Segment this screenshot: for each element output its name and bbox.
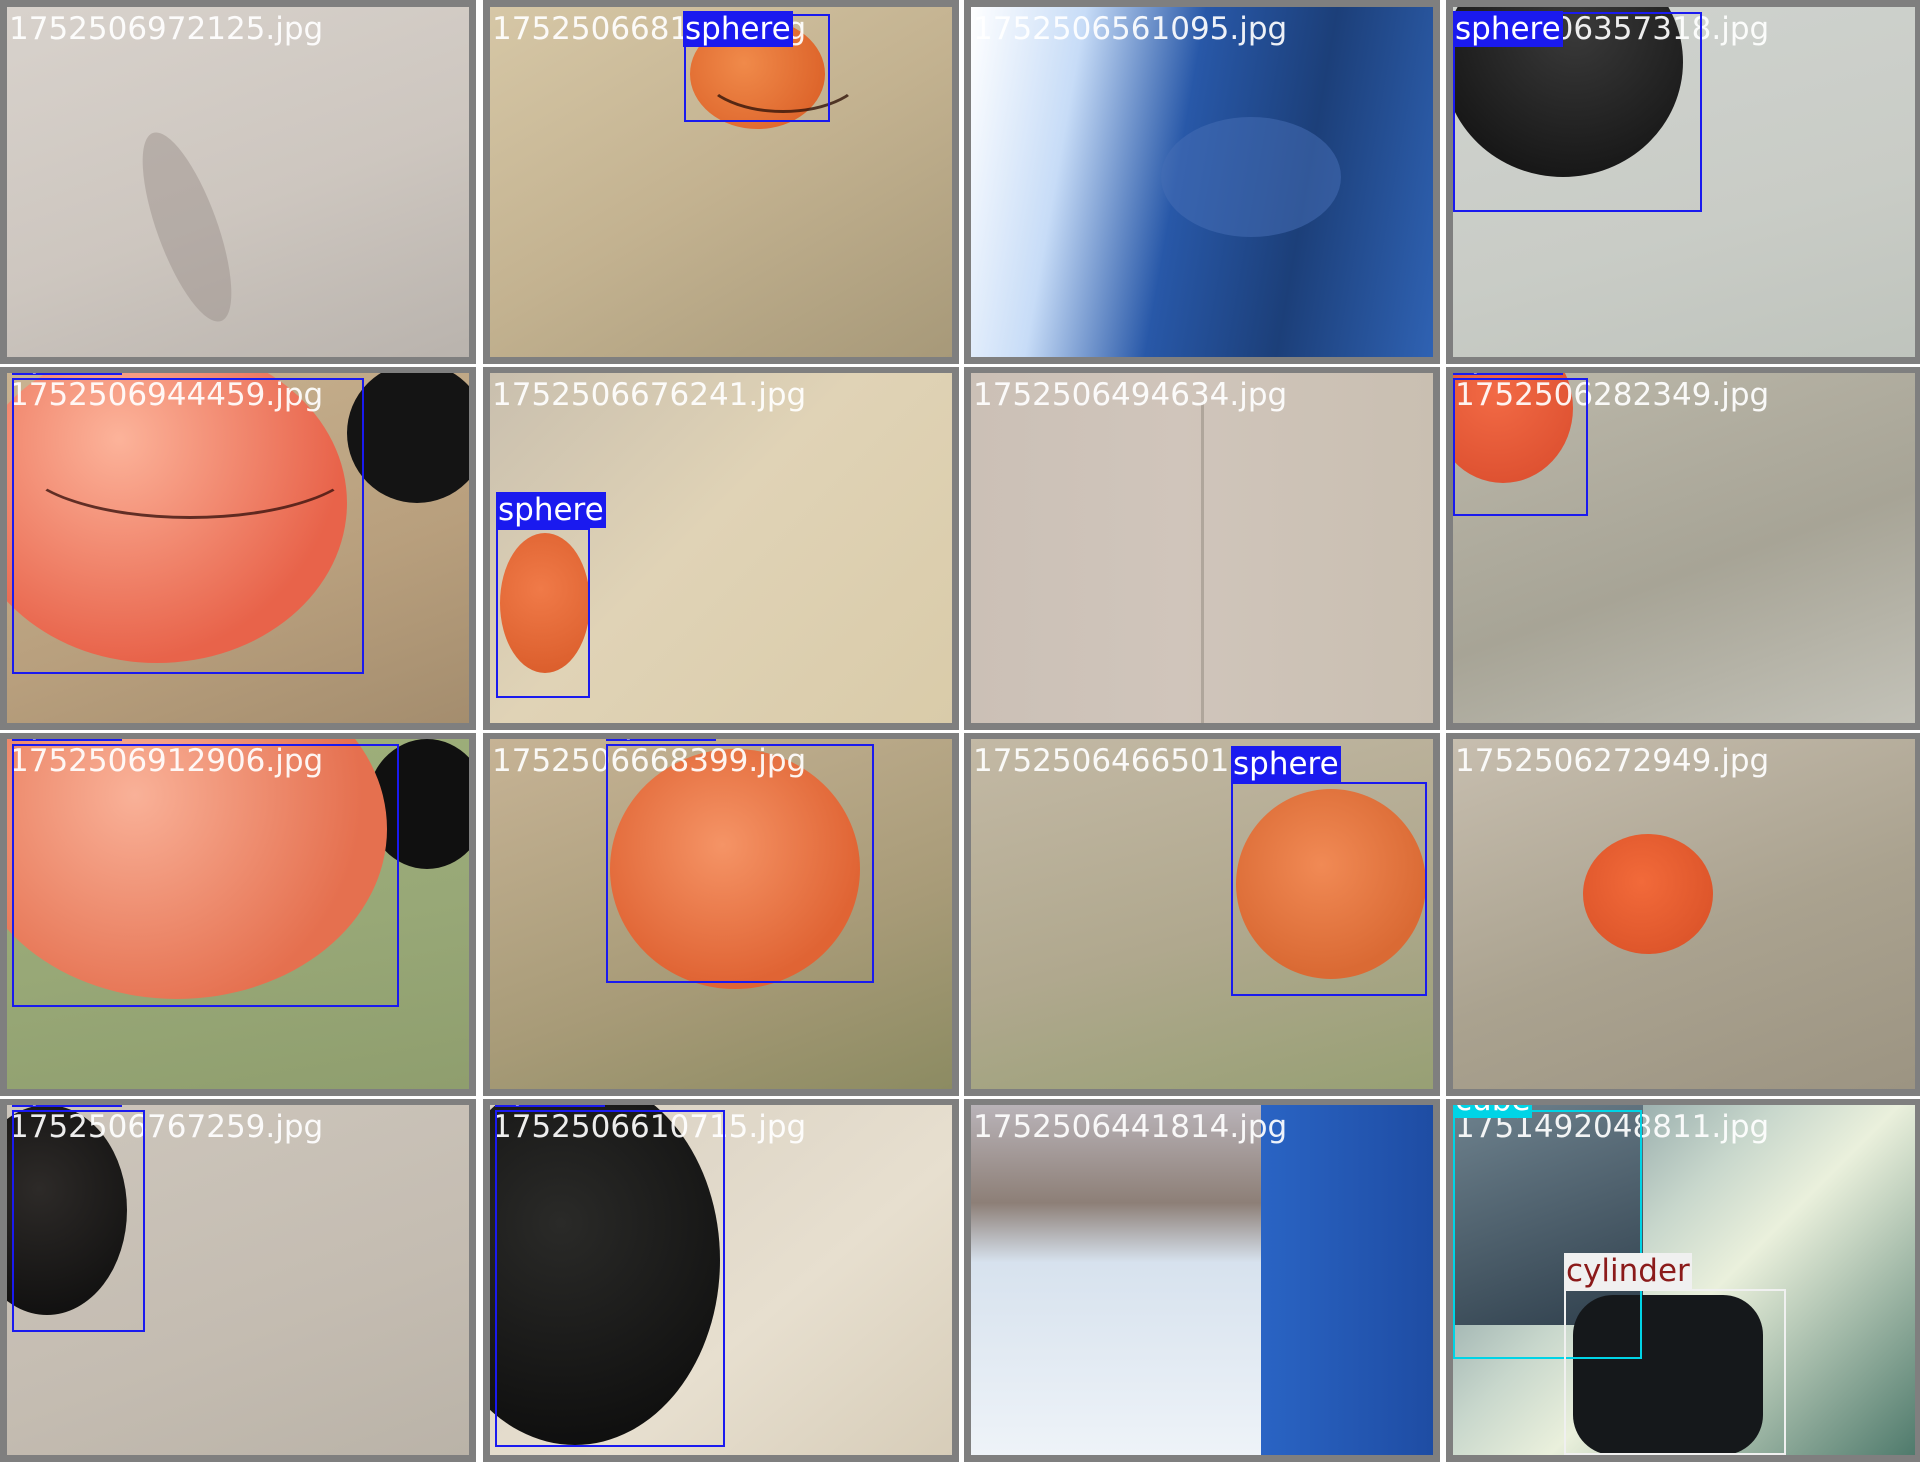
image-tile: 1752506610715.jpg sphere (483, 1098, 959, 1462)
bbox-label: sphere (496, 492, 606, 528)
bbox-label: sphere (1453, 373, 1563, 375)
bbox-label: sphere (12, 739, 122, 741)
bbox-label: sphere (606, 739, 716, 741)
bbox-label: cube (1453, 1105, 1533, 1118)
column-separator (1443, 0, 1446, 1464)
image-tile: 1752506676241.jpg sphere (483, 366, 959, 730)
bbox-sphere (496, 528, 590, 698)
column-separator (961, 0, 964, 1464)
bbox-label: sphere (495, 1105, 605, 1107)
image-tile: 1752506944459.jpg sphere (0, 366, 476, 730)
image-tile: 1752506668399.jpg sphere (483, 732, 959, 1096)
image-tile: 1751492048811.jpg cube cylinder (1446, 1098, 1920, 1462)
row-separator (0, 364, 1920, 367)
image-tile: 1752506357318.jpg sphere (1446, 0, 1920, 364)
row-separator (0, 1096, 1920, 1099)
tile-filename: 1752506676241.jpg (492, 377, 807, 413)
row-separator (0, 730, 1920, 733)
image-tile: 1752506282349.jpg sphere (1446, 366, 1920, 730)
bbox-sphere (1453, 378, 1588, 516)
bbox-sphere (606, 744, 874, 983)
bbox-sphere (495, 1110, 725, 1447)
image-tile: 1752506561095.jpg (964, 0, 1440, 364)
image-tile: 1752506272949.jpg (1446, 732, 1920, 1096)
tile-filename: 1752506494634.jpg (973, 377, 1288, 413)
bbox-label: sphere (1453, 11, 1563, 47)
bbox-label: sphere (12, 373, 122, 375)
tile-filename: 1752506972125.jpg (9, 11, 324, 47)
image-tile: 1752506767259.jpg sphere (0, 1098, 476, 1462)
bbox-sphere (12, 1110, 145, 1332)
tile-filename: 1752506441814.jpg (973, 1109, 1288, 1145)
image-tile: 1752506441814.jpg (964, 1098, 1440, 1462)
image-tile: 1752506681231.jpg sphere (483, 0, 959, 364)
image-tile: 1752506912906.jpg sphere (0, 732, 476, 1096)
bbox-label: sphere (1231, 746, 1341, 782)
bbox-cylinder (1564, 1289, 1786, 1455)
tile-filename: 1752506561095.jpg (973, 11, 1288, 47)
column-separator (479, 0, 482, 1464)
bbox-label: sphere (12, 1105, 122, 1107)
tile-filename: 1752506272949.jpg (1455, 743, 1770, 779)
bbox-label: cylinder (1564, 1253, 1692, 1289)
bbox-sphere (12, 378, 364, 674)
mosaic-grid: 1752506972125.jpg 1752506681231.jpg sphe… (0, 0, 1920, 1464)
bbox-sphere (12, 744, 399, 1007)
bbox-sphere (1231, 782, 1427, 996)
image-tile: 1752506972125.jpg (0, 0, 476, 364)
bbox-label: sphere (683, 11, 793, 47)
image-tile: 1752506466501.jpg sphere (964, 732, 1440, 1096)
image-tile: 1752506494634.jpg (964, 366, 1440, 730)
